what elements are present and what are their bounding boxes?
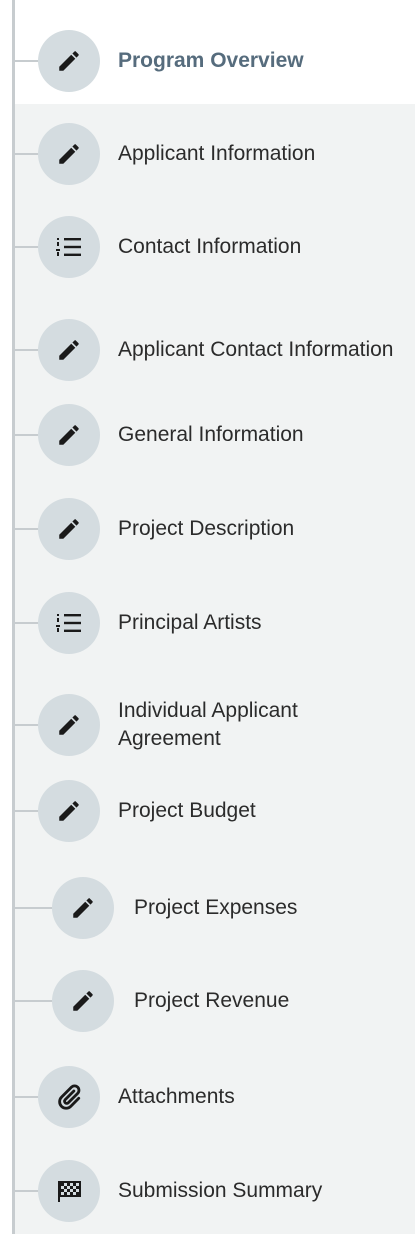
item-connector <box>14 153 40 155</box>
nav-item-label: Applicant Information <box>118 142 316 165</box>
pencil-icon <box>52 877 114 939</box>
nav-item-label: Applicant Contact Information <box>118 338 394 361</box>
nav-item-general-information[interactable]: General Information <box>0 394 415 476</box>
item-connector <box>14 1190 40 1192</box>
nav-item-individual-applicant-agreement[interactable]: Individual Applicant Agreement <box>0 675 415 775</box>
item-connector <box>14 528 40 530</box>
nav-item-principal-artists[interactable]: Principal Artists <box>0 582 415 664</box>
nav-item-project-budget[interactable]: Project Budget <box>0 770 415 852</box>
item-connector <box>14 810 40 812</box>
item-connector <box>14 1000 54 1002</box>
item-connector <box>14 349 40 351</box>
list-icon <box>38 216 100 278</box>
pencil-icon <box>38 30 100 92</box>
item-connector <box>14 60 40 62</box>
pencil-icon <box>38 498 100 560</box>
nav-item-contact-information[interactable]: Contact Information <box>0 206 415 288</box>
flag-icon <box>38 1160 100 1222</box>
nav-item-label: Project Expenses <box>134 896 298 919</box>
paperclip-icon <box>38 1066 100 1128</box>
nav-item-applicant-contact-information[interactable]: Applicant Contact Information <box>0 300 415 400</box>
item-connector <box>14 907 54 909</box>
item-connector <box>14 724 40 726</box>
item-connector <box>14 1096 40 1098</box>
nav-item-label: Project Budget <box>118 799 256 822</box>
nav-item-submission-summary[interactable]: Submission Summary <box>0 1150 415 1232</box>
nav-item-label: Project Description <box>118 517 295 540</box>
nav-item-applicant-information[interactable]: Applicant Information <box>0 113 415 195</box>
pencil-icon <box>38 404 100 466</box>
nav-item-label: Individual Applicant Agreement <box>118 699 298 750</box>
nav-item-project-revenue[interactable]: Project Revenue <box>0 960 415 1042</box>
nav-item-label: Principal Artists <box>118 611 262 634</box>
pencil-icon <box>38 780 100 842</box>
nav-item-label: Submission Summary <box>118 1179 323 1202</box>
item-connector <box>14 246 40 248</box>
nav-item-program-overview[interactable]: Program Overview <box>0 20 415 102</box>
nav-item-label: Project Revenue <box>134 989 290 1012</box>
nav-item-label: Program Overview <box>118 49 304 72</box>
section-navigation: Program Overview Applicant Information C… <box>0 0 415 1234</box>
nav-item-label: Attachments <box>118 1085 235 1108</box>
item-connector <box>14 434 40 436</box>
item-connector <box>14 622 40 624</box>
pencil-icon <box>52 970 114 1032</box>
pencil-icon <box>38 123 100 185</box>
nav-item-label: Contact Information <box>118 235 302 258</box>
nav-item-label: General Information <box>118 423 304 446</box>
nav-item-attachments[interactable]: Attachments <box>0 1056 415 1138</box>
list-icon <box>38 592 100 654</box>
pencil-icon <box>38 319 100 381</box>
nav-item-project-description[interactable]: Project Description <box>0 488 415 570</box>
nav-item-project-expenses[interactable]: Project Expenses <box>0 867 415 949</box>
pencil-icon <box>38 694 100 756</box>
